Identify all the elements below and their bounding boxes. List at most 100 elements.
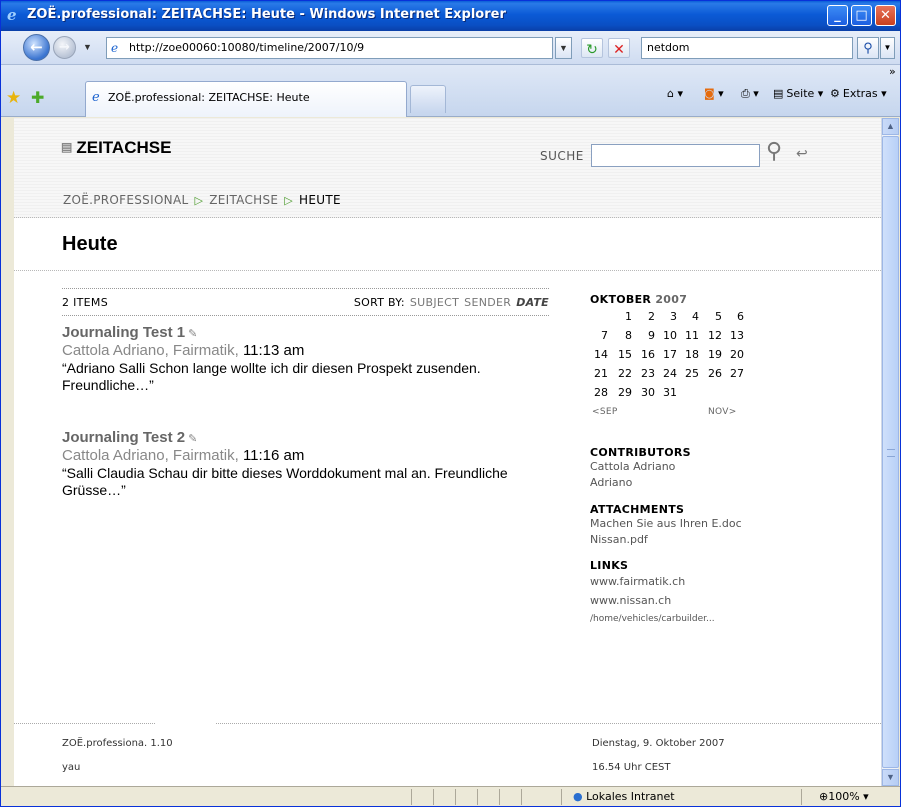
page-icon: e [111, 41, 119, 55]
calendar-day[interactable]: 24 [657, 367, 677, 380]
maximize-button[interactable]: □ [851, 5, 872, 26]
ie-logo-icon: e [7, 6, 17, 24]
address-field[interactable]: e http://zoe00060:10080/timeline/2007/10… [106, 37, 553, 59]
item-subject[interactable]: Journaling Test 1 ✎ [62, 324, 552, 341]
paperclip-icon: ✎ [185, 328, 198, 340]
add-favorite-icon[interactable]: ✚ [31, 88, 44, 108]
feeds-icon[interactable]: ◙ ▾ [704, 87, 724, 100]
scroll-down-icon[interactable]: ▼ [882, 769, 899, 786]
print-icon[interactable]: ⎙ ▾ [741, 87, 759, 101]
page-menu-label: Seite [786, 87, 815, 100]
attachment-item[interactable]: Nissan.pdf [590, 532, 830, 548]
breadcrumb-item-zeitachse[interactable]: ZEITACHSE [209, 193, 278, 207]
page-menu[interactable]: ▤ Seite ▾ [773, 87, 823, 100]
calendar-day[interactable]: 13 [724, 329, 744, 342]
status-pane [561, 789, 562, 805]
site-search-input[interactable] [591, 144, 760, 167]
calendar-prev-link[interactable]: <SEP [592, 407, 618, 417]
app-logo[interactable]: ▤ ZEITACHSE [61, 138, 171, 158]
item-subject-text[interactable]: Journaling Test 2 [62, 429, 185, 446]
item-org[interactable]: Fairmatik [173, 447, 235, 464]
go-arrow-icon[interactable]: ↩ [796, 145, 808, 162]
status-pane [433, 789, 434, 805]
new-tab-button[interactable] [410, 85, 446, 113]
extras-menu[interactable]: ⚙ Extras ▾ [830, 87, 887, 100]
calendar-day[interactable]: 21 [588, 367, 608, 380]
calendar-day[interactable]: 27 [724, 367, 744, 380]
recent-pages-dropdown-icon[interactable]: ▼ [83, 42, 92, 52]
item-sender[interactable]: Cattola Adriano [62, 447, 165, 464]
calendar-day[interactable]: 29 [612, 386, 632, 399]
scroll-up-icon[interactable]: ▲ [882, 118, 899, 135]
minimize-button[interactable]: _ [827, 5, 848, 26]
sort-subject-link[interactable]: SUBJECT [410, 296, 459, 309]
calendar-day[interactable]: 3 [657, 310, 677, 323]
calendar-day[interactable]: 16 [635, 348, 655, 361]
zoom-control[interactable]: ⊕100% ▾ [819, 790, 869, 803]
breadcrumb-item-zoe[interactable]: ZOË.PROFESSIONAL [63, 193, 188, 207]
calendar-day[interactable]: 19 [702, 348, 722, 361]
calendar-day[interactable]: 1 [612, 310, 632, 323]
back-button[interactable]: ← [23, 34, 50, 61]
close-button[interactable]: ✕ [875, 5, 896, 26]
calendar-day[interactable]: 9 [635, 329, 655, 342]
attachment-item[interactable]: Machen Sie aus Ihren E.doc [590, 516, 830, 532]
calendar-day[interactable]: 17 [657, 348, 677, 361]
status-pane [455, 789, 456, 805]
item-sender[interactable]: Cattola Adriano [62, 342, 165, 359]
calendar-day[interactable]: 20 [724, 348, 744, 361]
chevron-more-icon[interactable]: » [889, 65, 896, 78]
calendar-day[interactable]: 22 [612, 367, 632, 380]
search-input[interactable]: netdom [641, 37, 853, 59]
magnifier-icon[interactable]: ⚲ [766, 138, 782, 164]
refresh-button[interactable]: ↻ [581, 38, 603, 58]
calendar-week: 21 22 23 24 25 26 27 [590, 367, 830, 386]
item-subject[interactable]: Journaling Test 2 ✎ [62, 429, 552, 446]
link-item[interactable]: www.nissan.ch [590, 591, 830, 610]
vertical-scrollbar[interactable]: ▲ ▼ [881, 118, 899, 786]
calendar-next-link[interactable]: NOV> [708, 407, 737, 417]
security-zone[interactable]: ● Lokales Intranet [573, 790, 675, 803]
search-options-dropdown[interactable]: ▼ [880, 37, 895, 59]
sort-sender-link[interactable]: SENDER [464, 296, 511, 309]
status-bar: ● Lokales Intranet ⊕100% ▾ [1, 786, 900, 806]
calendar-day[interactable]: 23 [635, 367, 655, 380]
search-button[interactable]: ⚲ [857, 37, 879, 59]
tab-active[interactable]: e ZOË.professional: ZEITACHSE: Heute [85, 81, 407, 117]
calendar-day[interactable]: 12 [702, 329, 722, 342]
calendar-day[interactable]: 5 [702, 310, 722, 323]
calendar-day[interactable]: 2 [635, 310, 655, 323]
calendar-day[interactable]: 18 [679, 348, 699, 361]
address-dropdown-button[interactable]: ▼ [555, 37, 572, 59]
item-subject-text[interactable]: Journaling Test 1 [62, 324, 185, 341]
forward-button[interactable]: → [53, 36, 76, 59]
calendar-day[interactable]: 31 [657, 386, 677, 399]
calendar-day[interactable]: 15 [612, 348, 632, 361]
globe-icon: ● [573, 790, 583, 803]
page-menu-icon: ▤ [773, 87, 784, 100]
calendar-day[interactable]: 28 [588, 386, 608, 399]
calendar-day[interactable]: 25 [679, 367, 699, 380]
calendar-day[interactable]: 10 [657, 329, 677, 342]
logo-text: ZEITACHSE [76, 138, 172, 157]
browser-window: e ZOË.professional: ZEITACHSE: Heute - W… [0, 0, 901, 807]
scroll-thumb[interactable] [882, 136, 899, 768]
link-item[interactable]: /home/vehicles/carbuilder... [590, 610, 830, 629]
breadcrumb: ZOË.PROFESSIONAL ▷ ZEITACHSE ▷ HEUTE [63, 193, 341, 207]
calendar-day[interactable]: 6 [724, 310, 744, 323]
calendar-day[interactable]: 14 [588, 348, 608, 361]
contributor-item[interactable]: Cattola Adriano [590, 459, 830, 475]
favorites-star-icon[interactable]: ★ [6, 88, 21, 108]
item-org[interactable]: Fairmatik [173, 342, 235, 359]
contributor-item[interactable]: Adriano [590, 475, 830, 491]
calendar-day[interactable]: 30 [635, 386, 655, 399]
home-icon[interactable]: ⌂ ▾ [667, 87, 683, 100]
stop-button[interactable]: ✕ [608, 38, 630, 58]
sort-date-link[interactable]: DATE [516, 296, 549, 309]
calendar-day[interactable]: 8 [612, 329, 632, 342]
calendar-day[interactable]: 26 [702, 367, 722, 380]
calendar-day[interactable]: 4 [679, 310, 699, 323]
calendar-day[interactable]: 7 [588, 329, 608, 342]
link-item[interactable]: www.fairmatik.ch [590, 572, 830, 591]
calendar-day[interactable]: 11 [679, 329, 699, 342]
